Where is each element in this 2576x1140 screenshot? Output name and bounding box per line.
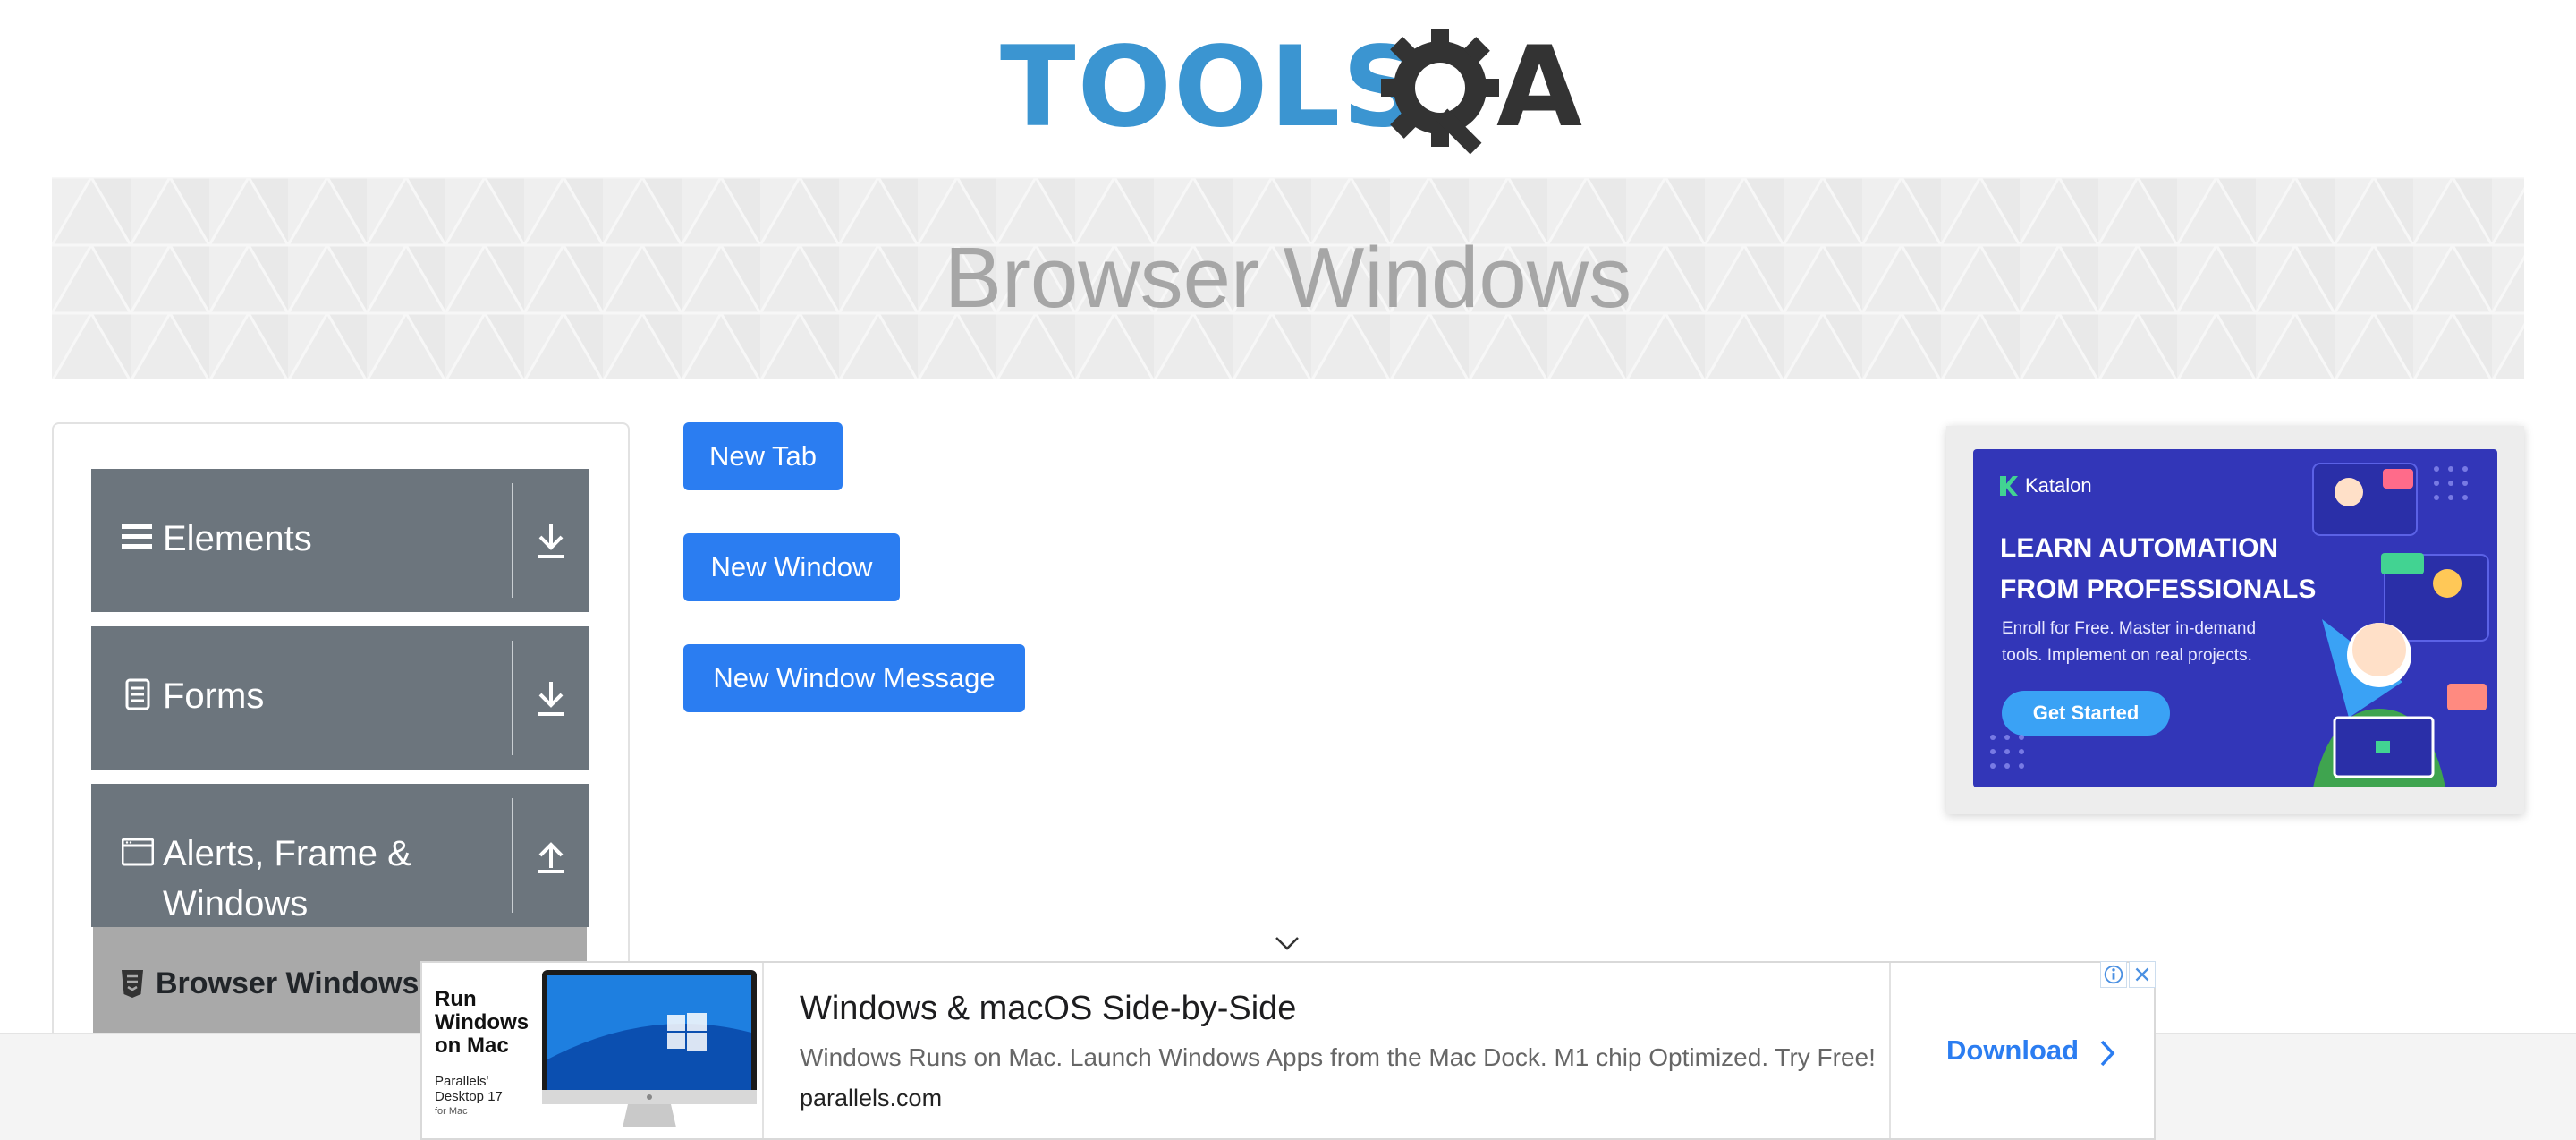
html5-icon <box>122 970 143 998</box>
download-arrow-icon[interactable] <box>533 521 569 560</box>
download-arrow-icon[interactable] <box>533 678 569 718</box>
new-tab-button[interactable]: New Tab <box>683 422 843 490</box>
site-header: TOOLS A <box>0 0 2576 175</box>
close-icon[interactable] <box>2129 961 2156 988</box>
katalon-subtext: Enroll for Free. Master in-demand tools.… <box>2002 619 2257 665</box>
katalon-logo-icon <box>2000 476 2018 496</box>
upload-arrow-icon[interactable] <box>533 836 569 875</box>
logo-suffix: A <box>1496 23 1582 152</box>
divider <box>512 483 513 598</box>
divider <box>512 641 513 755</box>
document-icon <box>125 678 150 710</box>
logo-text: TOOLS <box>1000 23 1424 152</box>
sidebar-group-label: Alerts, Frame & Windows <box>163 834 411 923</box>
sidebar-item-label: Browser Windows <box>156 966 419 1000</box>
page-banner: Browser Windows <box>52 177 2524 379</box>
ad-title[interactable]: Windows & macOS Side-by-Side <box>800 990 1296 1028</box>
new-window-button[interactable]: New Window <box>683 533 900 601</box>
ad-description: Windows Runs on Mac. Launch Windows Apps… <box>800 1043 1876 1071</box>
thumb-brand: Parallels' Desktop 17 for Mac <box>435 1074 503 1117</box>
ad-url[interactable]: parallels.com <box>800 1085 942 1112</box>
katalon-brand: Katalon <box>2000 474 2092 498</box>
chevron-right-icon <box>2100 1040 2115 1067</box>
new-window-message-button[interactable]: New Window Message <box>683 644 1025 712</box>
sidebar-group-label: Elements <box>163 519 312 558</box>
imac-image <box>542 970 757 1127</box>
parallels-ad[interactable]: Run Windows on Mac Parallels' Desktop 17… <box>420 961 2156 1140</box>
get-started-button[interactable]: Get Started <box>2002 691 2170 736</box>
page-title: Browser Windows <box>944 230 1632 326</box>
ad-cta-area[interactable]: Download <box>1889 963 2156 1138</box>
gear-q-icon <box>1381 29 1499 155</box>
hamburger-icon <box>122 524 152 549</box>
thumb-text: Run Windows on Mac <box>435 987 530 1058</box>
adchoices-icon[interactable] <box>2100 961 2127 988</box>
window-icon <box>122 838 154 866</box>
sidebar-group-alerts-frame-windows[interactable]: Alerts, Frame & Windows <box>91 784 589 927</box>
sidebar-group-elements[interactable]: Elements <box>91 469 589 612</box>
katalon-headline: LEARN AUTOMATION FROM PROFESSIONALS <box>2000 533 2317 604</box>
sidebar-group-forms[interactable]: Forms <box>91 626 589 770</box>
chevron-down-icon[interactable] <box>1274 934 1301 952</box>
divider <box>512 798 513 913</box>
sidebar-group-label: Forms <box>163 676 265 716</box>
toolsqa-logo[interactable]: TOOLS A <box>1000 21 1582 165</box>
katalon-ad[interactable]: Katalon LEARN AUTOMATION FROM PROFESSION… <box>1973 449 2497 787</box>
download-link[interactable]: Download <box>1946 1034 2079 1067</box>
ad-thumbnail: Run Windows on Mac Parallels' Desktop 17… <box>422 963 764 1138</box>
